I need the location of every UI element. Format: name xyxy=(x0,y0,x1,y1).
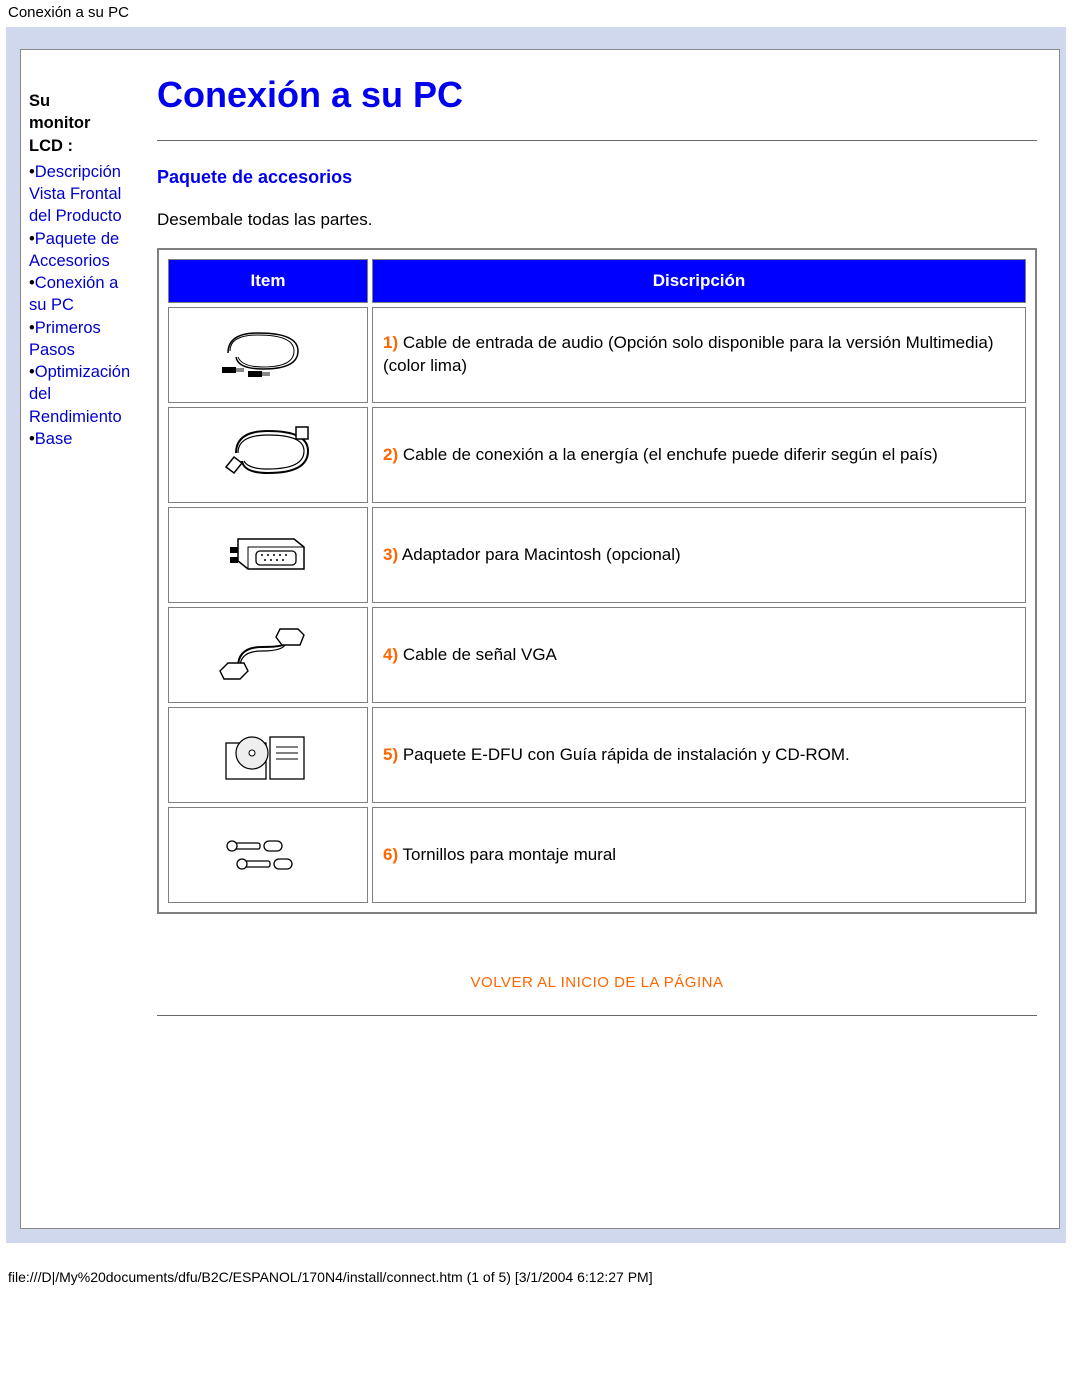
footer-path: file:///D|/My%20documents/dfu/B2C/ESPANO… xyxy=(0,1243,1080,1291)
divider xyxy=(157,140,1037,141)
sidebar: Su monitor LCD : •Descripción Vista Fron… xyxy=(21,50,141,1228)
page-title: Conexión a su PC xyxy=(157,74,1037,116)
item-image-power-cable xyxy=(168,407,368,503)
item-desc: 6) Tornillos para montaje mural xyxy=(372,807,1026,903)
divider-bottom xyxy=(157,1015,1037,1016)
item-desc: 5) Paquete E-DFU con Guía rápida de inst… xyxy=(372,707,1026,803)
table-row: 4) Cable de señal VGA xyxy=(168,607,1026,703)
table-row: 2) Cable de conexión a la energía (el en… xyxy=(168,407,1026,503)
vga-cable-icon xyxy=(208,617,328,689)
table-row: 1) Cable de entrada de audio (Opción sol… xyxy=(168,307,1026,403)
table-row: 6) Tornillos para montaje mural xyxy=(168,807,1026,903)
sidebar-item-descripcion[interactable]: •Descripción Vista Frontal del Producto xyxy=(29,161,137,228)
scrollbar-placeholder xyxy=(1066,27,1074,1243)
content-frame: Su monitor LCD : •Descripción Vista Fron… xyxy=(20,49,1060,1229)
sidebar-title: Su monitor LCD : xyxy=(29,90,137,157)
audio-cable-icon xyxy=(208,317,328,389)
main-content: Conexión a su PC Paquete de accesorios D… xyxy=(141,50,1059,1228)
item-desc: 1) Cable de entrada de audio (Opción sol… xyxy=(372,307,1026,403)
sidebar-item-base[interactable]: •Base xyxy=(29,428,137,450)
item-image-audio-cable xyxy=(168,307,368,403)
page-frame: Su monitor LCD : •Descripción Vista Fron… xyxy=(6,27,1074,1243)
sidebar-item-primeros[interactable]: •Primeros Pasos xyxy=(29,317,137,362)
browser-header-text: Conexión a su PC xyxy=(0,0,1080,25)
item-image-mac-adapter xyxy=(168,507,368,603)
table-row: 3) Adaptador para Macintosh (opcional) xyxy=(168,507,1026,603)
item-desc: 2) Cable de conexión a la energía (el en… xyxy=(372,407,1026,503)
power-cable-icon xyxy=(208,417,328,489)
item-image-screws xyxy=(168,807,368,903)
mac-adapter-icon xyxy=(208,517,328,589)
item-image-vga-cable xyxy=(168,607,368,703)
cdrom-guide-icon xyxy=(208,717,328,789)
sidebar-item-paquete[interactable]: •Paquete de Accesorios xyxy=(29,228,137,273)
section-heading: Paquete de accesorios xyxy=(157,167,1037,188)
accessories-table: Item Discripción 1) Cable de xyxy=(164,255,1030,907)
item-desc: 3) Adaptador para Macintosh (opcional) xyxy=(372,507,1026,603)
item-image-edfu-package xyxy=(168,707,368,803)
table-row: 5) Paquete E-DFU con Guía rápida de inst… xyxy=(168,707,1026,803)
sidebar-item-optimizacion[interactable]: •Optimización del Rendimiento xyxy=(29,361,137,428)
accessories-table-outer: Item Discripción 1) Cable de xyxy=(157,248,1037,914)
sidebar-item-conexion[interactable]: •Conexión a su PC xyxy=(29,272,137,317)
col-header-desc: Discripción xyxy=(372,259,1026,303)
back-to-top-link[interactable]: VOLVER AL INICIO DE LA PÁGINA xyxy=(157,974,1037,991)
item-desc: 4) Cable de señal VGA xyxy=(372,607,1026,703)
intro-text: Desembale todas las partes. xyxy=(157,210,1037,230)
screws-icon xyxy=(208,817,328,889)
col-header-item: Item xyxy=(168,259,368,303)
